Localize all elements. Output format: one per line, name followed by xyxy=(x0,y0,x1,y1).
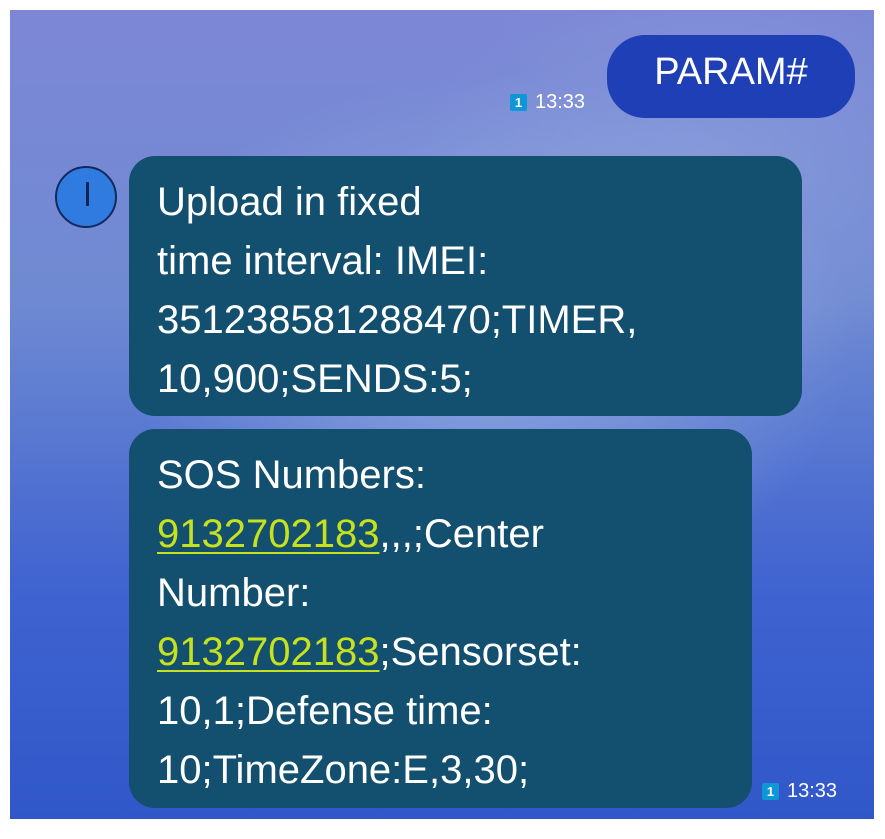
message-line: Number: xyxy=(157,571,311,615)
phone-number-link[interactable]: 9132702183 xyxy=(157,630,379,674)
incoming-message-bubble-1[interactable]: Upload in fixed time interval: IMEI: 351… xyxy=(129,156,802,416)
outgoing-message-text: PARAM# xyxy=(654,51,808,93)
outgoing-message-bubble[interactable]: PARAM# xyxy=(607,35,855,118)
message-text: ,,,;Center xyxy=(379,512,544,556)
message-line: 9132702183;Sensorset: xyxy=(157,623,724,682)
message-line: 10,900;SENDS:5; xyxy=(157,357,473,401)
phone-number-link[interactable]: 9132702183 xyxy=(157,512,379,556)
contact-avatar-icon[interactable] xyxy=(55,166,117,228)
outgoing-message-meta: 1 13:33 xyxy=(510,91,585,114)
message-line: 10;TimeZone:E,3,30; xyxy=(157,748,530,792)
message-line: time interval: IMEI: xyxy=(157,239,489,283)
incoming-message-meta: 1 13:33 xyxy=(762,780,837,803)
message-line: Upload in fixed xyxy=(157,180,422,224)
message-line: 10,1;Defense time: xyxy=(157,689,493,733)
conversation-view: 1 13:33 PARAM# Upload in fixed time inte… xyxy=(10,10,874,839)
sim-1-icon: 1 xyxy=(762,783,779,800)
avatar-glyph xyxy=(86,182,89,206)
incoming-message-bubble-2[interactable]: SOS Numbers: 9132702183,,,;Center Number… xyxy=(129,429,752,808)
incoming-message-time: 13:33 xyxy=(787,780,838,802)
outgoing-message-time: 13:33 xyxy=(535,91,586,113)
message-line: SOS Numbers: xyxy=(157,453,426,497)
message-text: ;Sensorset: xyxy=(379,630,582,674)
message-line: 351238581288470;TIMER, xyxy=(157,298,638,342)
sim-1-icon: 1 xyxy=(510,94,527,111)
message-line: 9132702183,,,;Center xyxy=(157,505,724,564)
